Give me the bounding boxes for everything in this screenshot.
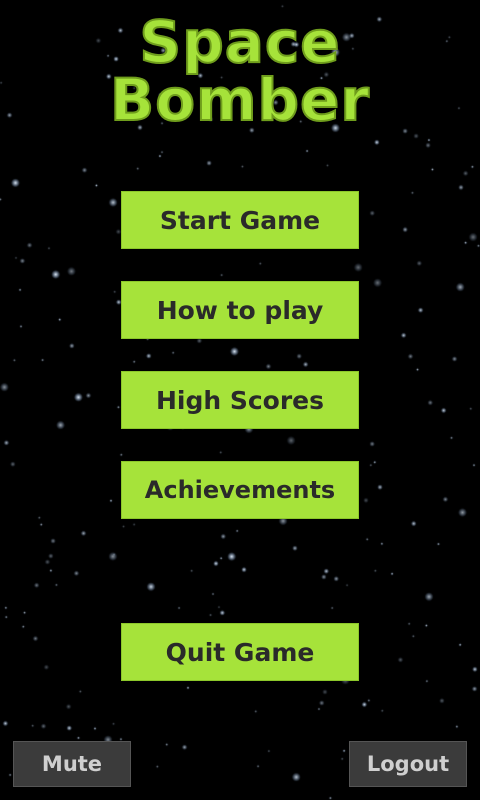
- high-scores-button[interactable]: High Scores: [121, 371, 359, 429]
- mute-button[interactable]: Mute: [13, 741, 131, 787]
- quit-game-button[interactable]: Quit Game: [121, 623, 359, 681]
- achievements-button[interactable]: Achievements: [121, 461, 359, 519]
- game-title-line2: Bomber: [109, 65, 370, 135]
- logout-button[interactable]: Logout: [349, 741, 467, 787]
- how-to-play-button[interactable]: How to play: [121, 281, 359, 339]
- game-menu-screen: Space Bomber Start Game How to play High…: [0, 0, 480, 800]
- start-game-button[interactable]: Start Game: [121, 191, 359, 249]
